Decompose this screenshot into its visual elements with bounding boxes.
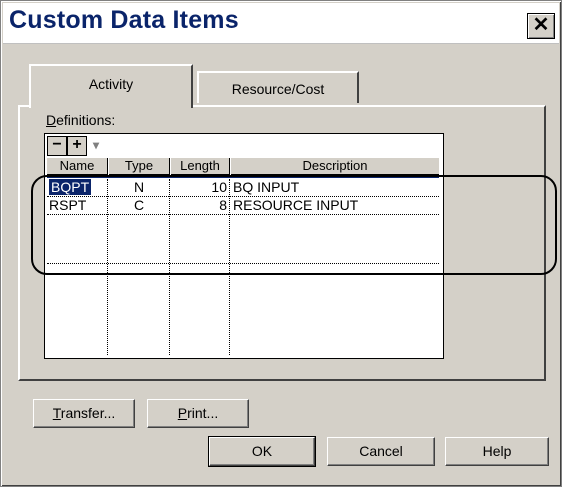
row-options-dropdown[interactable]: ▾ [87, 136, 105, 154]
cell-description[interactable]: BQ INPUT [233, 179, 437, 196]
tab-activity[interactable]: Activity [29, 64, 193, 108]
dialog-title: Custom Data Items [9, 6, 239, 34]
grid-body: BQPT N 10 BQ INPUT RSPT C 8 RESOURCE INP… [47, 178, 439, 355]
chevron-down-icon: ▾ [92, 138, 100, 152]
remove-row-button[interactable]: − [47, 136, 67, 156]
cell-description[interactable]: RESOURCE INPUT [233, 197, 437, 214]
tab-activity-label: Activity [88, 76, 134, 92]
definitions-grid[interactable]: − + ▾ Name Type Length Description BQPT … [44, 133, 444, 359]
column-header-type[interactable]: Type [109, 158, 170, 175]
add-row-button[interactable]: + [67, 136, 87, 156]
table-row[interactable]: RSPT C 8 RESOURCE INPUT [47, 197, 439, 214]
activity-tab-panel: Definitions: − + ▾ Name Type Length Desc… [18, 105, 546, 381]
cell-type[interactable]: C [109, 197, 169, 214]
column-header-description[interactable]: Description [231, 158, 439, 175]
ok-button[interactable]: OK [208, 436, 316, 467]
grid-header: Name Type Length Description [47, 158, 439, 178]
plus-icon: + [72, 136, 82, 153]
tab-resource-cost-label: Resource/Cost [231, 81, 325, 97]
cell-length[interactable]: 10 [171, 179, 227, 196]
minus-icon: − [52, 136, 62, 153]
help-button[interactable]: Help [445, 437, 549, 466]
row-divider [47, 263, 439, 264]
cell-name[interactable]: BQPT [47, 178, 105, 196]
close-icon: ✕ [532, 14, 550, 36]
table-row[interactable]: BQPT N 10 BQ INPUT [47, 178, 439, 196]
cancel-button[interactable]: Cancel [327, 437, 435, 466]
custom-data-items-dialog: Custom Data Items ✕ Activity Resource/Co… [0, 0, 562, 487]
cell-length[interactable]: 8 [171, 197, 227, 214]
title-bar: Custom Data Items ✕ [3, 3, 559, 44]
column-header-name[interactable]: Name [47, 158, 108, 175]
close-button[interactable]: ✕ [527, 13, 555, 39]
tab-resource-cost[interactable]: Resource/Cost [197, 71, 359, 103]
print-button[interactable]: Print... [147, 399, 249, 428]
column-header-length[interactable]: Length [171, 158, 230, 175]
transfer-button[interactable]: Transfer... [33, 399, 135, 428]
cell-name[interactable]: RSPT [49, 197, 105, 214]
row-divider [47, 214, 439, 215]
cell-type[interactable]: N [109, 179, 169, 196]
definitions-label: Definitions: [46, 112, 116, 128]
